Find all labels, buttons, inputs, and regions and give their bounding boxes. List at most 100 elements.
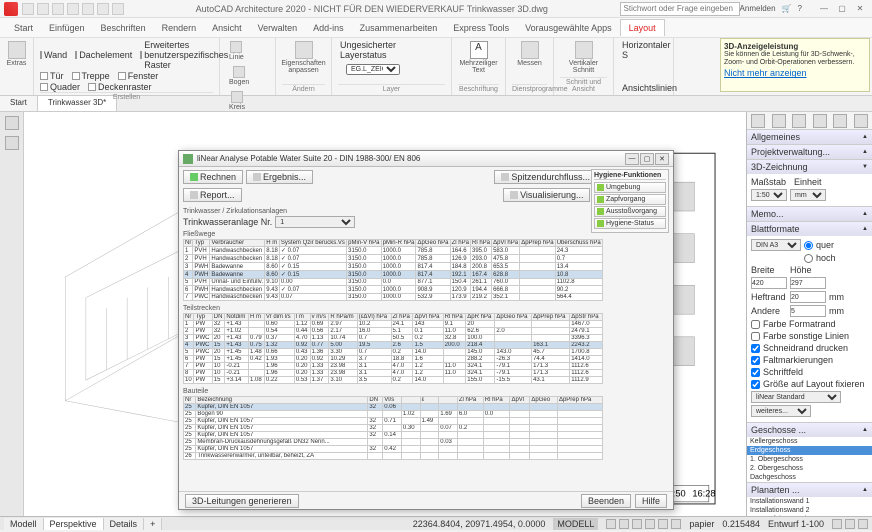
status-icon[interactable] [632, 519, 642, 529]
status-icon[interactable] [671, 519, 681, 529]
hygiene-button[interactable]: Hygiene-Status [594, 218, 666, 229]
table-row[interactable]: 4PWC15+1.430.751.320.920.775.0019.52.61.… [184, 342, 603, 349]
section-3d-zeichnung[interactable]: 3D-Zeichnung▼ [747, 160, 872, 174]
list-item[interactable]: Installationswand 2 [747, 506, 872, 515]
ribbon-tab[interactable]: Start [6, 20, 41, 36]
status-icon[interactable] [832, 519, 842, 529]
massstab-select[interactable]: 1:50 [751, 189, 787, 201]
layout-tab[interactable]: Details [104, 518, 145, 530]
draw-tool[interactable]: Kreis [226, 90, 248, 112]
list-item[interactable]: 1. Obergeschoss [747, 455, 872, 464]
list-item[interactable]: 2. Obergeschoss [747, 464, 872, 473]
doc-tab[interactable]: Start [0, 96, 38, 111]
layout-tab[interactable]: Perspektive [44, 518, 104, 530]
section-projekt[interactable]: Projektverwaltung...▲ [747, 145, 872, 159]
section-allgemeines[interactable]: Allgemeines▲ [747, 130, 872, 144]
list-item[interactable]: Kellergeschoss [747, 437, 872, 446]
table-row[interactable]: 10PW15+3.141.080.220.531.373.103.50.214.… [184, 377, 603, 384]
rp-icon[interactable] [833, 114, 847, 128]
einheit-select[interactable]: mm [790, 189, 826, 201]
text-button[interactable]: AMehrzeiliger Text [458, 40, 499, 75]
option-checkbox[interactable] [751, 332, 760, 341]
hohe-input[interactable] [790, 277, 826, 289]
table-row[interactable]: 25Kupfer, DIN EN 1057320.06 [184, 404, 603, 411]
breite-input[interactable] [751, 277, 787, 289]
chk-icon[interactable] [40, 72, 48, 80]
qat-icon[interactable] [52, 3, 64, 15]
visualisieren-button[interactable]: Visualisierung... [503, 188, 590, 202]
draw-tool[interactable]: Bogen [226, 65, 252, 87]
horizontal-schnitt-button[interactable]: Horizontaler S [620, 40, 667, 60]
status-icon[interactable] [619, 519, 629, 529]
dialog-close-icon[interactable]: ✕ [655, 153, 669, 165]
ergebnis-button[interactable]: Ergebnis... [246, 170, 313, 184]
section-planarten[interactable]: Planarten ...▲ [747, 483, 872, 497]
table-row[interactable]: 2PVHHandwaschbecken8.18✓ 0.073150.01000.… [184, 255, 603, 263]
login-link[interactable]: Anmelden [740, 4, 776, 13]
qat-icon[interactable] [97, 3, 109, 15]
minimize-icon[interactable]: — [816, 3, 832, 15]
hygiene-button[interactable]: Zapfvorgang [594, 194, 666, 205]
table-row[interactable]: 2PW32+1.020.540.440.562.1716.05.10.111.0… [184, 328, 603, 335]
ribbon-tab[interactable]: Vorausgewählte Apps [517, 20, 620, 36]
ribbon-tab[interactable]: Ansicht [204, 20, 250, 36]
rp-icon[interactable] [772, 114, 786, 128]
chk-icon[interactable] [40, 51, 42, 59]
rechnen-button[interactable]: Rechnen [183, 170, 243, 184]
table-row[interactable]: 6PWHHandwaschbecken9.43✓ 0.073150.01000.… [184, 286, 603, 294]
hygiene-button[interactable]: Ausstoßvorgang [594, 206, 666, 217]
layout-tab[interactable]: Modell [4, 518, 44, 530]
table-row[interactable]: 4PWHBadewanne8.60✓ 0.153150.01000.0817.4… [184, 271, 603, 279]
option-checkbox[interactable] [751, 320, 760, 329]
help-search-input[interactable] [620, 2, 740, 16]
section-memo[interactable]: Memo...▲ [747, 207, 872, 221]
status-icon[interactable] [658, 519, 668, 529]
layer-combo[interactable]: EG.L_ZEIC [346, 64, 400, 75]
table-row[interactable]: 25Kupfer, DIN EN 1057320.300.070.2 [184, 425, 603, 432]
modell-indicator[interactable]: MODELL [553, 518, 598, 530]
tooltip-dismiss-link[interactable]: Nicht mehr anzeigen [724, 68, 866, 78]
ribbon-tab[interactable]: Beschriften [93, 20, 154, 36]
ribbon-tab[interactable]: Einfügen [41, 20, 93, 36]
papier-indicator[interactable]: papier [689, 519, 714, 529]
help-icon[interactable]: ? [798, 4, 802, 13]
qat-icon[interactable] [37, 3, 49, 15]
heftrand-input[interactable] [790, 291, 826, 303]
rp-icon[interactable] [751, 114, 765, 128]
anlage-select[interactable]: 1 [275, 216, 355, 228]
dialog-min-icon[interactable]: — [625, 153, 639, 165]
ansichtslinien-button[interactable]: Ansichtslinien [620, 83, 667, 93]
table-row[interactable]: 25Membran-Druckausdehnungsgefäß DN32 Nen… [184, 439, 603, 446]
chk-icon[interactable] [40, 83, 48, 91]
table-row[interactable]: 26Trinkwassererwärmer, unteilbar, beheiz… [184, 453, 603, 460]
close-icon[interactable]: ✕ [852, 3, 868, 15]
teilstrecken-table[interactable]: NrTypDNNotdimH mVr dim l/sl mv m/sR hPa/… [183, 313, 603, 384]
beenden-button[interactable]: Beenden [581, 494, 631, 508]
ribbon-tab[interactable]: Layout [620, 19, 665, 36]
tool-icon[interactable] [5, 136, 19, 150]
table-row[interactable]: 7PWCHandwaschbecken9.430.073150.01000.05… [184, 294, 603, 301]
option-checkbox[interactable] [751, 356, 760, 365]
qat-icon[interactable] [82, 3, 94, 15]
format-select[interactable]: DIN A3 [751, 239, 801, 251]
list-item[interactable]: Erdgeschoss [747, 446, 872, 455]
table-row[interactable]: 6PW15+1.450.421.930.200.9210.293.718.81.… [184, 356, 603, 363]
option-checkbox[interactable] [751, 368, 760, 377]
table-row[interactable]: 7PW10-0.211.960.201.3323.983.147.01.211.… [184, 363, 603, 370]
list-item[interactable]: 3D-Ausführungsplanung [747, 515, 872, 516]
table-row[interactable]: 25Kupfer, DIN EN 1057320.711.49 [184, 418, 603, 425]
table-row[interactable]: 1PW32+1.430.601.120.692.9710.224.11439.1… [184, 321, 603, 328]
list-item[interactable]: Installationswand 1 [747, 497, 872, 506]
andere-input[interactable] [790, 305, 826, 317]
chk-icon[interactable] [88, 83, 96, 91]
table-row[interactable]: 3PWHBadewanne8.60✓ 0.153150.01000.0817.4… [184, 263, 603, 271]
scale-indicator[interactable]: Entwurf 1-100 [768, 519, 824, 529]
option-checkbox[interactable] [751, 344, 760, 353]
dialog-max-icon[interactable]: ▢ [640, 153, 654, 165]
status-icon[interactable] [645, 519, 655, 529]
table-row[interactable]: 25Kupfer, DIN EN 1057320.14 [184, 432, 603, 439]
rp-icon[interactable] [792, 114, 806, 128]
option-checkbox[interactable] [751, 380, 760, 389]
hoch-radio[interactable] [804, 254, 813, 263]
section-geschosse[interactable]: Geschosse ...▲ [747, 423, 872, 437]
